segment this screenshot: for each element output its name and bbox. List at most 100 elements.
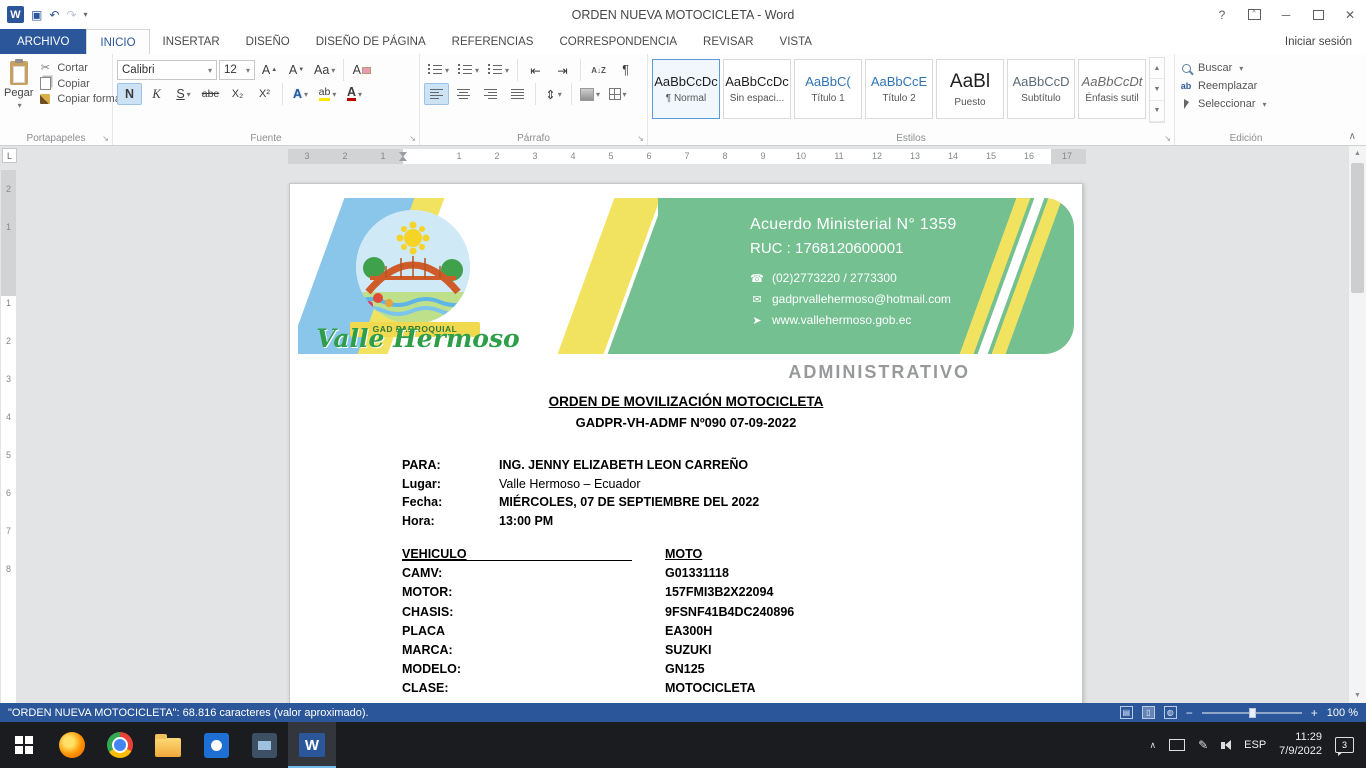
tab-referencias[interactable]: REFERENCIAS [439,29,547,54]
tab-diseno-de-pagina[interactable]: DISEÑO DE PÁGINA [303,29,439,54]
justify-button[interactable] [505,83,530,105]
web-layout-icon[interactable]: ◍ [1164,706,1177,719]
numbering-button[interactable]: ▾ [454,59,482,81]
font-family-select[interactable]: Calibri▾ [117,60,217,80]
zoom-level[interactable]: 100 % [1327,707,1358,719]
vertical-ruler[interactable]: 2112345678 [0,166,17,703]
undo-icon[interactable]: ↶ [49,8,59,22]
language-indicator[interactable]: ESP [1244,739,1266,751]
line-spacing-button[interactable]: ⇕▾ [541,83,566,105]
start-button[interactable] [0,722,48,768]
ribbon-display-options-icon[interactable]: ^ [1238,0,1270,29]
document-page[interactable]: Acuerdo Ministerial N° 1359 RUC : 176812… [289,183,1083,703]
tab-inicio[interactable]: INICIO [86,29,149,55]
select-button[interactable]: Seleccionar▾ [1179,98,1313,110]
borders-button[interactable]: ▾ [605,83,630,105]
horizontal-ruler[interactable]: 3211234567891011121314151617 [288,149,1086,164]
character-count-status[interactable]: "ORDEN NUEVA MOTOCICLETA": 68.816 caract… [8,707,1120,719]
tab-revisar[interactable]: REVISAR [690,29,767,54]
close-icon[interactable]: ✕ [1334,0,1366,29]
clock[interactable]: 11:29 7/9/2022 [1279,731,1322,759]
paste-dropdown-icon[interactable]: ▾ [18,101,22,110]
bold-button[interactable]: N [117,83,142,105]
taskbar-app-1[interactable] [192,722,240,768]
bullets-button[interactable]: ▾ [424,59,452,81]
font-color-button[interactable]: A▾ [342,83,367,105]
grow-font-button[interactable]: A▲ [257,59,282,81]
zoom-out-icon[interactable]: − [1186,707,1193,719]
taskbar-firefox[interactable] [48,722,96,768]
style-sin-espaciado[interactable]: AaBbCcDc Sin espaci... [723,59,791,119]
font-dialog-launcher-icon[interactable]: ↘ [409,134,416,143]
find-button[interactable]: Buscar▾ [1179,62,1313,74]
text-effects-button[interactable]: A▾ [288,83,313,105]
strikethrough-button[interactable]: abe [198,83,223,105]
scroll-up-icon[interactable]: ▲ [1349,146,1366,161]
zoom-in-icon[interactable]: + [1311,707,1318,719]
taskbar-app-2[interactable] [240,722,288,768]
tab-archivo[interactable]: ARCHIVO [0,29,86,54]
taskbar-file-explorer[interactable] [144,722,192,768]
minimize-icon[interactable]: ─ [1270,0,1302,29]
paste-button[interactable]: Pegar ▾ [4,57,33,110]
sign-in-link[interactable]: Iniciar sesión [1285,29,1366,54]
styles-scroll-down-icon[interactable]: ▼ [1150,79,1164,100]
replace-button[interactable]: ab Reemplazar [1179,80,1313,92]
help-icon[interactable]: ? [1206,0,1238,29]
save-icon[interactable]: ▣ [31,8,42,22]
style-puesto[interactable]: AaBl Puesto [936,59,1004,119]
notification-center-icon[interactable]: 3 [1335,737,1354,753]
shading-button[interactable]: ▾ [577,83,603,105]
align-left-button[interactable] [424,83,449,105]
paragraph-dialog-launcher-icon[interactable]: ↘ [637,134,644,143]
vertical-scrollbar[interactable]: ▲ ▼ [1348,146,1366,703]
decrease-indent-button[interactable]: ⇤ [523,59,548,81]
tab-insertar[interactable]: INSERTAR [150,29,233,54]
highlight-color-button[interactable]: ab▾ [315,83,340,105]
zoom-slider[interactable] [1202,712,1302,714]
tab-diseno[interactable]: DISEÑO [233,29,303,54]
clear-formatting-button[interactable]: A [349,59,374,81]
maximize-icon[interactable] [1302,0,1334,29]
multilevel-list-button[interactable]: ▾ [484,59,512,81]
tab-correspondencia[interactable]: CORRESPONDENCIA [546,29,690,54]
underline-button[interactable]: S▾ [171,83,196,105]
style-normal[interactable]: AaBbCcDc ¶ Normal [652,59,720,119]
sort-button[interactable]: A↓Z [586,59,611,81]
show-marks-button[interactable]: ¶ [613,59,638,81]
change-case-button[interactable]: Aa▾ [311,59,338,81]
style-titulo-2[interactable]: AaBbCcE Título 2 [865,59,933,119]
qat-customize-icon[interactable]: ▾ [83,10,87,19]
pen-tray-icon[interactable]: ✎ [1198,738,1208,752]
scroll-down-icon[interactable]: ▼ [1349,688,1366,703]
clipboard-dialog-launcher-icon[interactable]: ↘ [102,134,109,143]
taskbar-word[interactable]: W [288,722,336,768]
style-subtitulo[interactable]: AaBbCcD Subtítulo [1007,59,1075,119]
styles-gallery-more-icon[interactable]: ▼ [1150,101,1164,122]
redo-icon[interactable]: ↷ [66,8,76,22]
tray-expand-icon[interactable]: ∧ [1150,740,1157,751]
align-center-button[interactable] [451,83,476,105]
font-size-select[interactable]: 12▾ [219,60,255,80]
styles-scroll-up-icon[interactable]: ▲ [1150,58,1164,79]
zoom-slider-thumb[interactable] [1249,708,1256,718]
print-layout-icon[interactable]: ▯ [1142,706,1155,719]
read-mode-icon[interactable]: ▤ [1120,706,1133,719]
subscript-button[interactable]: X₂ [225,83,250,105]
tab-selector[interactable]: L [2,148,17,163]
scrollbar-thumb[interactable] [1351,163,1364,293]
tab-vista[interactable]: VISTA [767,29,825,54]
superscript-button[interactable]: X² [252,83,277,105]
style-enfasis-sutil[interactable]: AaBbCcDt Énfasis sutil [1078,59,1146,119]
align-right-button[interactable] [478,83,503,105]
taskbar-chrome[interactable] [96,722,144,768]
shrink-font-button[interactable]: A▼ [284,59,309,81]
collapse-ribbon-icon[interactable]: ∧ [1349,131,1356,142]
style-titulo-1[interactable]: AaBbC( Título 1 [794,59,862,119]
increase-indent-button[interactable]: ⇥ [550,59,575,81]
italic-button[interactable]: K [144,83,169,105]
display-tray-icon[interactable] [1169,739,1185,751]
styles-dialog-launcher-icon[interactable]: ↘ [1164,134,1171,143]
volume-icon[interactable] [1221,740,1231,750]
left-indent-marker[interactable] [399,156,407,161]
